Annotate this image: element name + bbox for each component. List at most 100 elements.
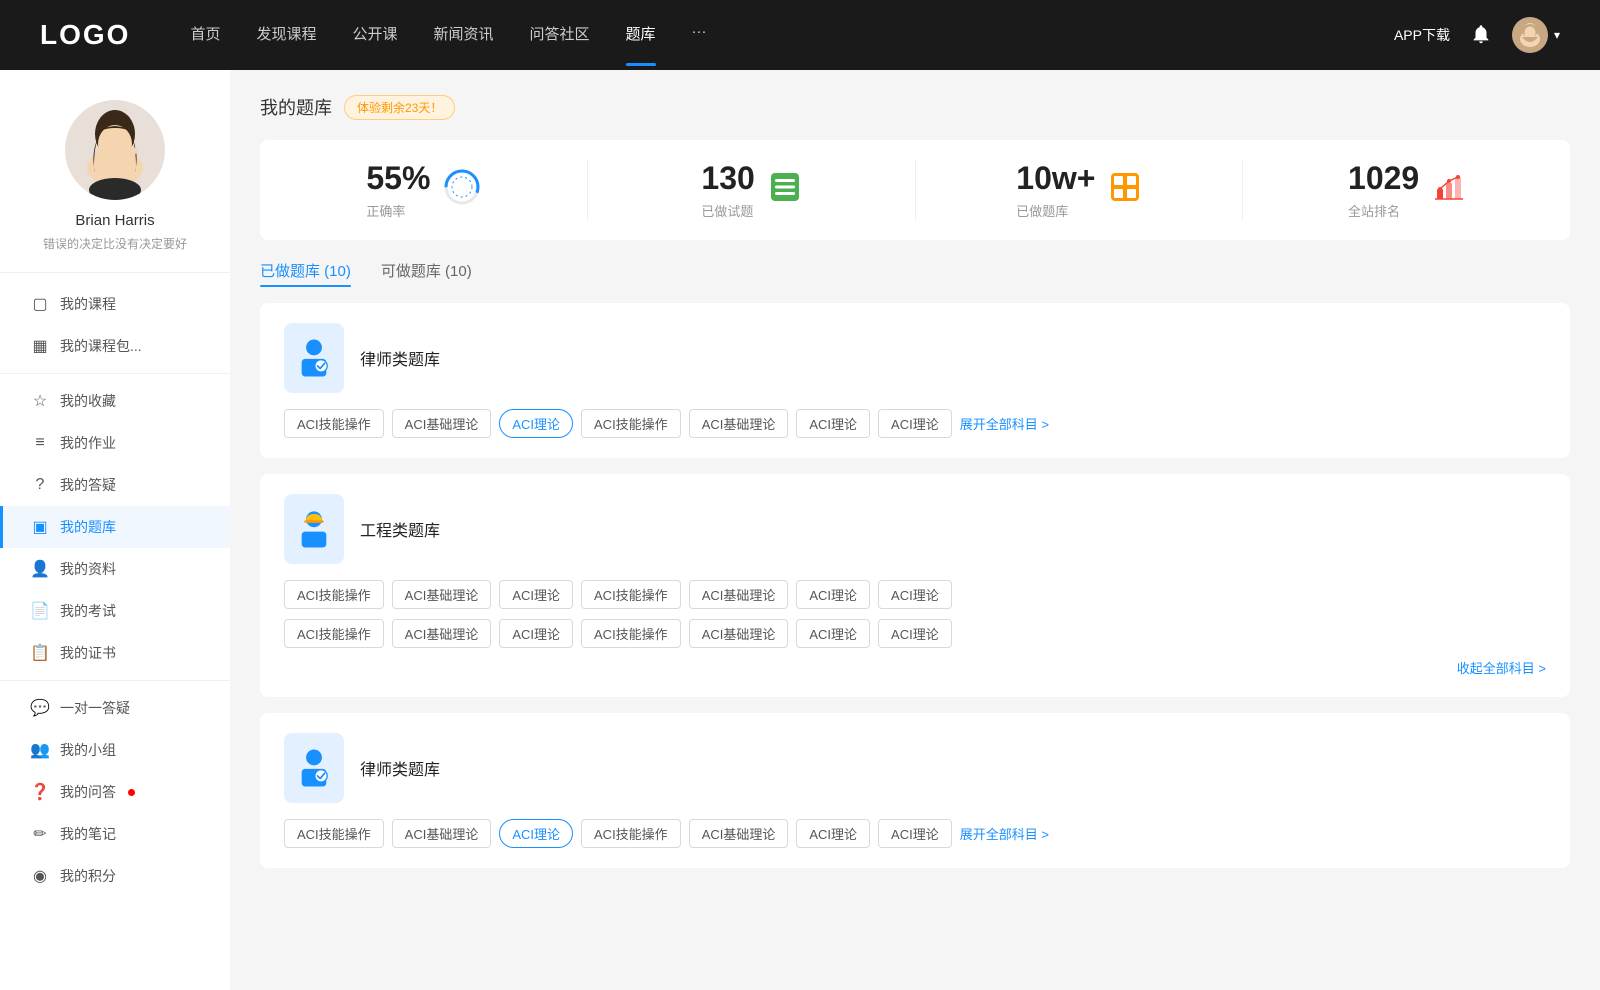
stat-value-rank: 1029 全站排名 xyxy=(1348,160,1419,220)
bank-card-1-name: 律师类题库 xyxy=(360,346,440,370)
homework-icon: ≡ xyxy=(30,434,50,452)
tag-2-2[interactable]: ACI基础理论 xyxy=(392,580,492,609)
tag-2-14[interactable]: ACI理论 xyxy=(878,619,952,648)
sidebar-item-qa[interactable]: ? 我的答疑 xyxy=(0,464,230,506)
tag-3-6[interactable]: ACI理论 xyxy=(796,819,870,848)
tag-2-7[interactable]: ACI理论 xyxy=(878,580,952,609)
sidebar: Brian Harris 错误的决定比没有决定要好 ▢ 我的课程 ▦ 我的课程包… xyxy=(0,70,230,990)
main-layout: Brian Harris 错误的决定比没有决定要好 ▢ 我的课程 ▦ 我的课程包… xyxy=(0,70,1600,990)
tag-2-12[interactable]: ACI基础理论 xyxy=(689,619,789,648)
tag-1-7[interactable]: ACI理论 xyxy=(878,409,952,438)
sidebar-item-mycourses[interactable]: ▢ 我的课程 xyxy=(0,283,230,325)
tag-1-4[interactable]: ACI技能操作 xyxy=(581,409,681,438)
nav-qa[interactable]: 问答社区 xyxy=(530,23,590,48)
user-avatar[interactable]: ▾ xyxy=(1512,17,1560,53)
chevron-down-icon: ▾ xyxy=(1554,28,1560,42)
divider-2 xyxy=(0,680,230,681)
star-icon: ☆ xyxy=(30,391,50,411)
tabs-row: 已做题库 (10) 可做题库 (10) xyxy=(260,260,1570,287)
tag-1-2[interactable]: ACI基础理论 xyxy=(392,409,492,438)
tag-2-3[interactable]: ACI理论 xyxy=(499,580,573,609)
content-area: 我的题库 体验剩余23天！ 55% 正确率 xyxy=(230,70,1600,990)
tag-3-3[interactable]: ACI理论 xyxy=(499,819,573,848)
tag-2-10[interactable]: ACI理论 xyxy=(499,619,573,648)
sidebar-label-profile: 我的资料 xyxy=(60,559,116,579)
nav-more[interactable]: ··· xyxy=(692,23,707,48)
stat-correct-rate: 55% 正确率 xyxy=(260,160,588,220)
page-title: 我的题库 xyxy=(260,94,332,120)
stat-value-correct: 55% 正确率 xyxy=(366,160,430,220)
points-icon: ◉ xyxy=(30,866,50,886)
profile-section: Brian Harris 错误的决定比没有决定要好 xyxy=(0,70,230,273)
sidebar-item-homework[interactable]: ≡ 我的作业 xyxy=(0,422,230,464)
tag-2-8[interactable]: ACI技能操作 xyxy=(284,619,384,648)
nav-news[interactable]: 新闻资讯 xyxy=(434,23,494,48)
sidebar-label-group: 我的小组 xyxy=(60,740,116,760)
tag-1-3[interactable]: ACI理论 xyxy=(499,409,573,438)
bar-icon: ▦ xyxy=(30,336,50,356)
sidebar-label-favorites: 我的收藏 xyxy=(60,391,116,411)
tag-3-4[interactable]: ACI技能操作 xyxy=(581,819,681,848)
sidebar-item-points[interactable]: ◉ 我的积分 xyxy=(0,855,230,897)
bank-card-3-name: 律师类题库 xyxy=(360,756,440,780)
tag-3-7[interactable]: ACI理论 xyxy=(878,819,952,848)
sidebar-item-cert[interactable]: 📋 我的证书 xyxy=(0,632,230,674)
expand-link-1[interactable]: 展开全部科目 > xyxy=(960,414,1049,433)
sidebar-item-group[interactable]: 👥 我的小组 xyxy=(0,729,230,771)
nav-open[interactable]: 公开课 xyxy=(352,23,397,48)
profile-motto: 错误的决定比没有决定要好 xyxy=(43,235,187,252)
tag-2-9[interactable]: ACI基础理论 xyxy=(392,619,492,648)
tag-2-6[interactable]: ACI理论 xyxy=(796,580,870,609)
sidebar-label-1on1: 一对一答疑 xyxy=(60,698,130,718)
avatar-image xyxy=(1512,17,1548,53)
sidebar-item-exam[interactable]: 📄 我的考试 xyxy=(0,590,230,632)
unread-badge xyxy=(128,789,135,796)
sidebar-item-bank[interactable]: ▣ 我的题库 xyxy=(0,506,230,548)
expand-link-3[interactable]: 展开全部科目 > xyxy=(960,824,1049,843)
sidebar-label-notes: 我的笔记 xyxy=(60,824,116,844)
tag-3-2[interactable]: ACI基础理论 xyxy=(392,819,492,848)
sidebar-item-notes[interactable]: ✏ 我的笔记 xyxy=(0,813,230,855)
nav-home[interactable]: 首页 xyxy=(190,23,220,48)
stat-value-banks: 10w+ 已做题库 xyxy=(1016,160,1095,220)
tag-3-5[interactable]: ACI基础理论 xyxy=(689,819,789,848)
logo: LOGO xyxy=(40,19,130,51)
bank-card-2: 工程类题库 ACI技能操作 ACI基础理论 ACI理论 ACI技能操作 ACI基… xyxy=(260,474,1570,697)
tag-1-1[interactable]: ACI技能操作 xyxy=(284,409,384,438)
sidebar-item-1on1[interactable]: 💬 一对一答疑 xyxy=(0,687,230,729)
tag-2-5[interactable]: ACI基础理论 xyxy=(689,580,789,609)
sidebar-label-exam: 我的考试 xyxy=(60,601,116,621)
sidebar-item-favorites[interactable]: ☆ 我的收藏 xyxy=(0,380,230,422)
bank-card-1: 律师类题库 ACI技能操作 ACI基础理论 ACI理论 ACI技能操作 ACI基… xyxy=(260,303,1570,458)
nav-menu: 首页 发现课程 公开课 新闻资讯 问答社区 题库 ··· xyxy=(190,23,1394,48)
topnav-right: APP下载 ▾ xyxy=(1394,17,1560,53)
tag-2-11[interactable]: ACI技能操作 xyxy=(581,619,681,648)
page-header: 我的题库 体验剩余23天！ xyxy=(260,94,1570,120)
bar-chart-red-icon xyxy=(1433,171,1465,210)
nav-bank[interactable]: 题库 xyxy=(626,23,656,48)
bank-card-3-icon xyxy=(284,733,344,803)
group-icon: 👥 xyxy=(30,740,50,760)
bank-card-2-name: 工程类题库 xyxy=(360,517,440,541)
grid-orange-icon xyxy=(1109,171,1141,210)
app-download-btn[interactable]: APP下载 xyxy=(1394,25,1450,45)
nav-courses[interactable]: 发现课程 xyxy=(256,23,316,48)
qa-icon: ? xyxy=(30,476,50,494)
notification-icon[interactable] xyxy=(1470,23,1492,48)
sidebar-item-mypackages[interactable]: ▦ 我的课程包... xyxy=(0,325,230,367)
tag-1-5[interactable]: ACI基础理论 xyxy=(689,409,789,438)
tab-done[interactable]: 已做题库 (10) xyxy=(260,260,351,287)
tag-2-4[interactable]: ACI技能操作 xyxy=(581,580,681,609)
tag-1-6[interactable]: ACI理论 xyxy=(796,409,870,438)
sidebar-item-profile[interactable]: 👤 我的资料 xyxy=(0,548,230,590)
tab-available[interactable]: 可做题库 (10) xyxy=(381,260,472,287)
stat-done-questions: 130 已做试题 xyxy=(588,160,916,220)
tag-2-1[interactable]: ACI技能操作 xyxy=(284,580,384,609)
collapse-link-2[interactable]: 收起全部科目 > xyxy=(284,658,1546,677)
bank-icon: ▣ xyxy=(30,517,50,537)
chat-icon: 💬 xyxy=(30,698,50,718)
sidebar-item-myqa[interactable]: ❓ 我的问答 xyxy=(0,771,230,813)
topnav: LOGO 首页 发现课程 公开课 新闻资讯 问答社区 题库 ··· APP下载 xyxy=(0,0,1600,70)
tag-3-1[interactable]: ACI技能操作 xyxy=(284,819,384,848)
tag-2-13[interactable]: ACI理论 xyxy=(796,619,870,648)
